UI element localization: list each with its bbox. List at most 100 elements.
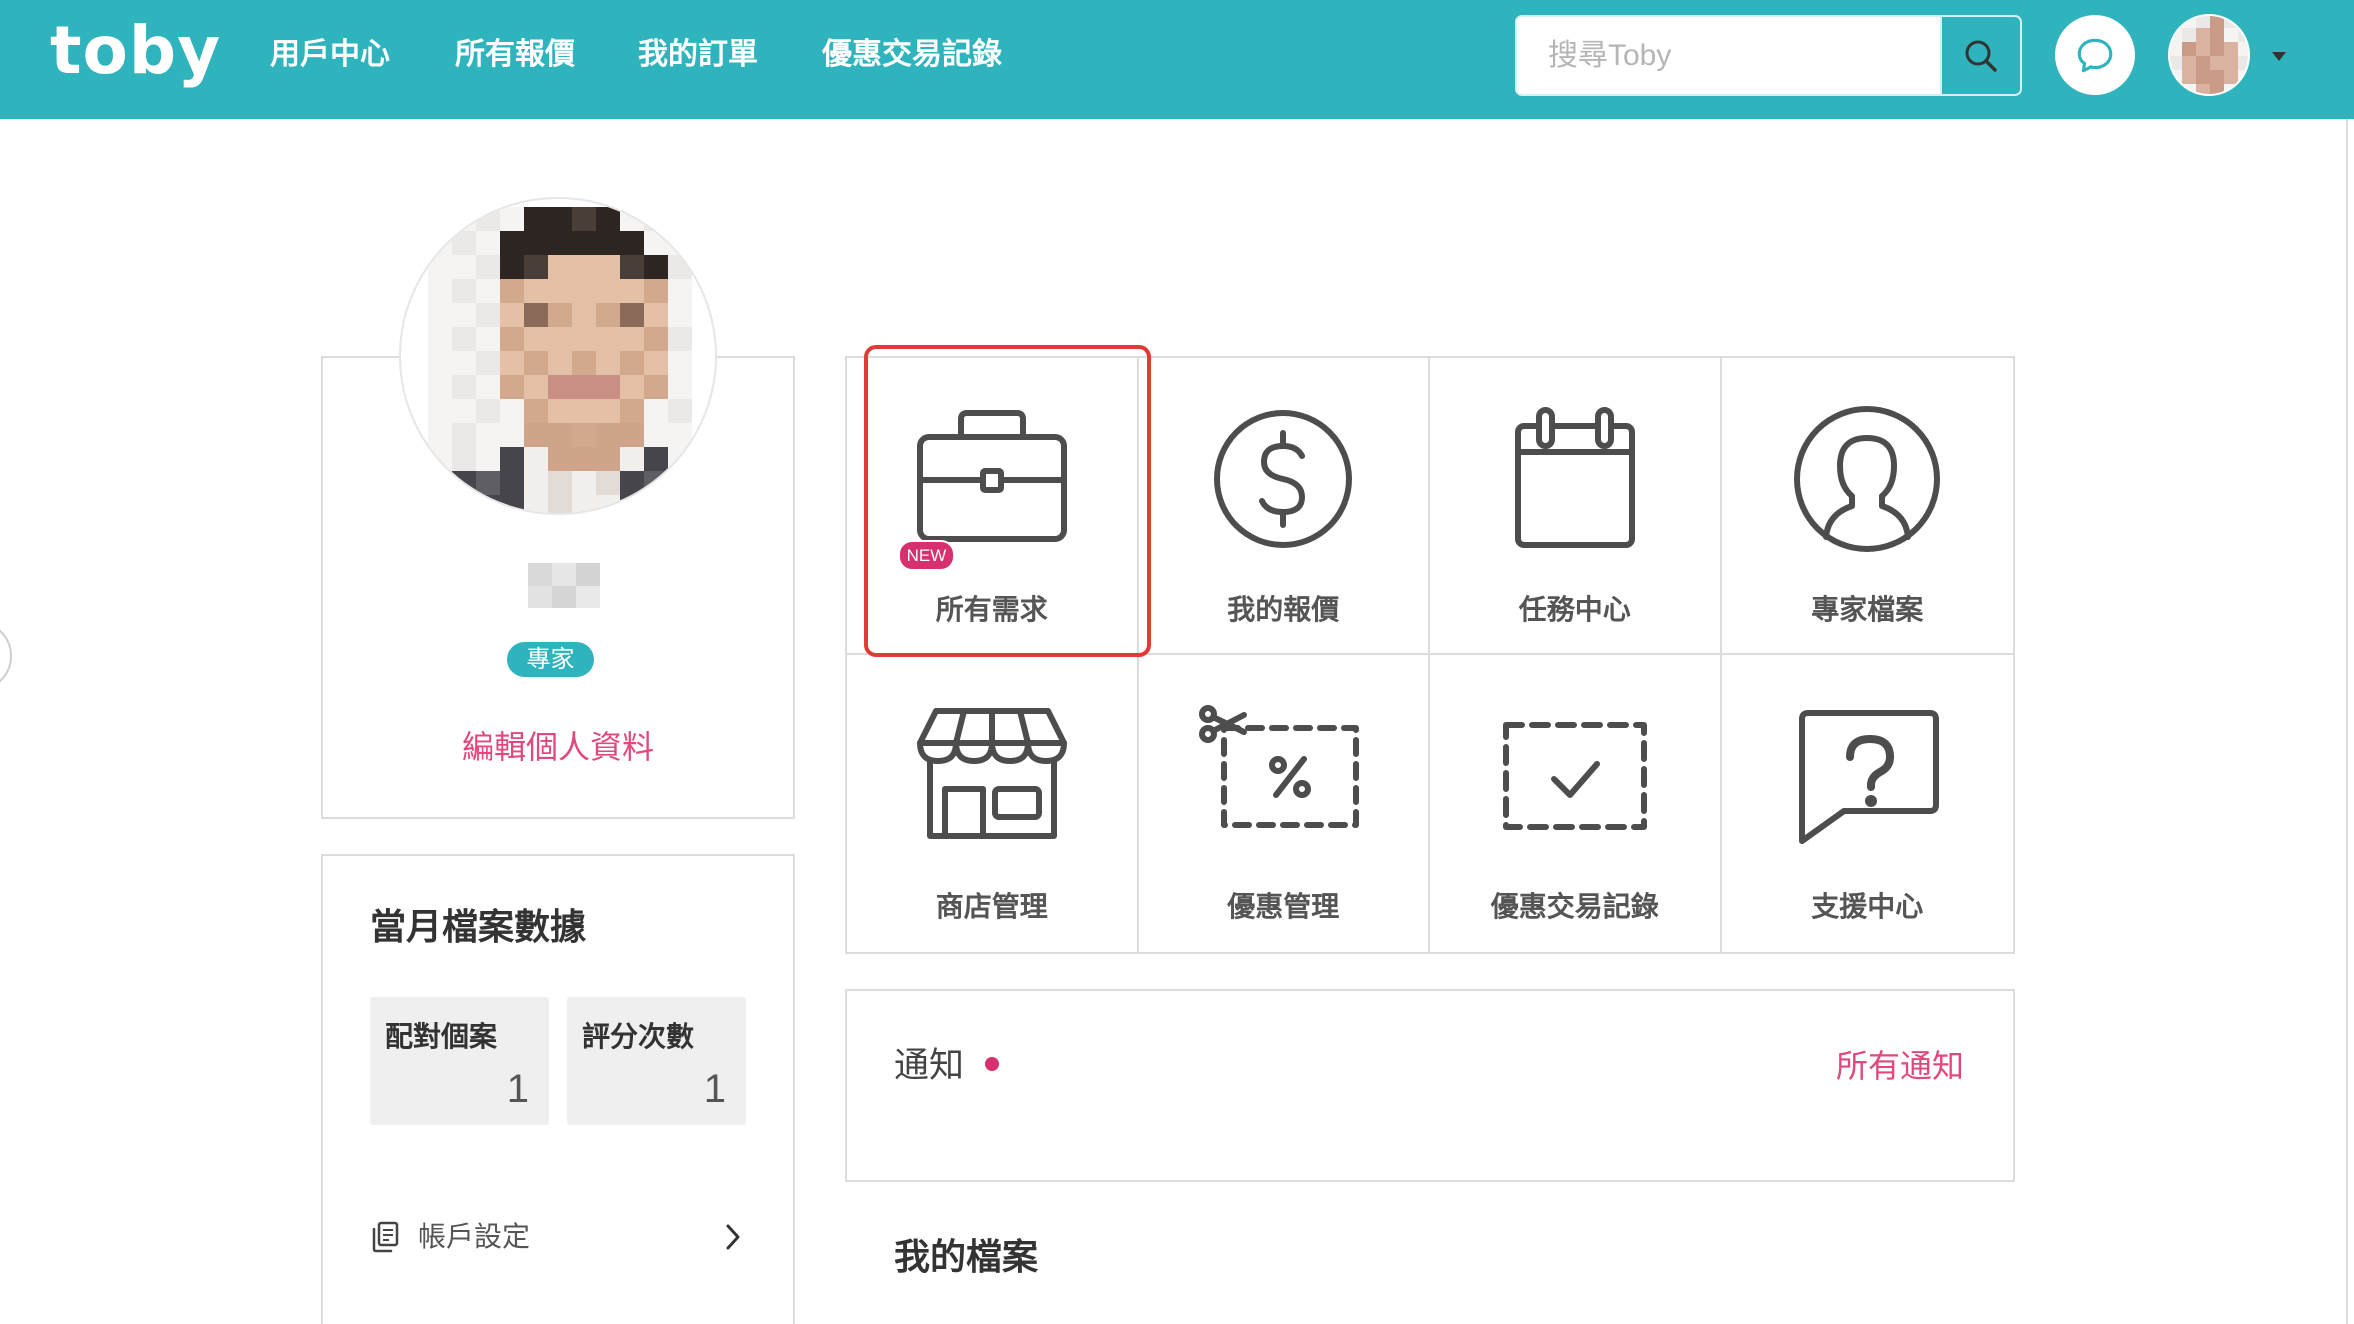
all-notifications-link[interactable]: 所有通知	[1836, 1046, 1964, 1086]
tile-label: 專家檔案	[1811, 594, 1924, 625]
photo-pixel	[572, 399, 596, 423]
search-input[interactable]	[1517, 17, 1940, 94]
photo-pixel	[596, 471, 620, 495]
photo-pixel	[452, 495, 476, 513]
tile-support-center[interactable]: 支援中心	[1722, 655, 2014, 952]
photo-pixel	[524, 255, 548, 279]
stat-label: 評分次數	[582, 1021, 695, 1052]
photo-pixel	[596, 447, 620, 471]
redaction-block	[576, 585, 600, 608]
photo-pixel	[668, 351, 692, 375]
photo-pixel	[572, 375, 596, 399]
photo-pixel	[524, 303, 548, 327]
photo-pixel	[620, 255, 644, 279]
photo-pixel	[500, 231, 524, 255]
floating-side-button[interactable]	[0, 621, 12, 691]
photo-pixel	[596, 423, 620, 447]
photo-pixel	[596, 495, 620, 513]
briefcase-icon	[916, 410, 1067, 542]
notifications-title: 通知	[894, 1046, 965, 1085]
photo-pixel	[2182, 56, 2196, 70]
photo-pixel	[2210, 28, 2224, 42]
photo-pixel	[668, 231, 692, 255]
photo-pixel	[476, 351, 500, 375]
caret-down-icon[interactable]	[2272, 52, 2286, 61]
tile-my-quotes[interactable]: 我的報價	[1138, 358, 1430, 655]
photo-pixel	[2182, 42, 2196, 56]
photo-pixel	[476, 495, 500, 513]
edit-profile-link[interactable]: 編輯個人資料	[321, 727, 795, 767]
photo-pixel	[620, 231, 644, 255]
photo-pixel	[2182, 28, 2196, 42]
photo-pixel	[2210, 16, 2224, 28]
stat-matched-cases: 配對個案 1	[370, 997, 549, 1125]
chevron-right-icon	[726, 1224, 740, 1250]
redaction-block	[528, 585, 552, 608]
photo-pixel	[620, 447, 644, 471]
tile-label: 優惠管理	[1227, 891, 1340, 922]
photo-pixel	[572, 471, 596, 495]
photo-pixel	[500, 447, 524, 471]
stats-title: 當月檔案數據	[370, 906, 587, 947]
nav-deal-records[interactable]: 優惠交易記錄	[822, 37, 1002, 73]
toby-logo[interactable]: toby	[50, 18, 221, 84]
photo-pixel	[668, 447, 692, 471]
unread-dot	[985, 1057, 999, 1071]
photo-pixel	[596, 303, 620, 327]
photo-pixel	[548, 303, 572, 327]
photo-pixel	[572, 303, 596, 327]
nav-my-orders[interactable]: 我的訂單	[638, 37, 758, 73]
photo-pixel	[596, 207, 620, 231]
window-edge	[2346, 119, 2348, 1324]
redaction-block	[528, 563, 552, 586]
tile-all-requests[interactable]: NEW 所有需求	[847, 358, 1139, 655]
tile-deal-records[interactable]: 優惠交易記錄	[1430, 655, 1722, 952]
nav-user-center[interactable]: 用戶中心	[270, 37, 390, 73]
photo-pixel	[596, 399, 620, 423]
photo-pixel	[572, 447, 596, 471]
tile-task-center[interactable]: 任務中心	[1430, 358, 1722, 655]
stat-value: 1	[506, 1067, 529, 1111]
top-navigation-bar: toby 用戶中心 所有報價 我的訂單 優惠交易記錄	[0, 0, 2354, 119]
photo-pixel	[2224, 70, 2238, 84]
photo-pixel	[2196, 28, 2210, 42]
photo-pixel	[596, 351, 620, 375]
photo-pixel	[2224, 16, 2238, 28]
photo-pixel	[2210, 70, 2224, 84]
photo-pixel	[428, 207, 452, 231]
nav-all-quotes[interactable]: 所有報價	[455, 37, 575, 73]
tile-expert-profile[interactable]: 專家檔案	[1721, 358, 2013, 655]
chat-button[interactable]	[2055, 15, 2135, 95]
photo-pixel	[524, 231, 548, 255]
search-button[interactable]	[1940, 17, 2020, 94]
photo-pixel	[428, 447, 452, 471]
photo-pixel	[476, 423, 500, 447]
photo-pixel	[476, 447, 500, 471]
photo-pixel	[2170, 28, 2182, 42]
tile-coupon-management[interactable]: 優惠管理	[1139, 655, 1430, 952]
photo-pixel	[500, 327, 524, 351]
stat-rating-count: 評分次數 1	[567, 997, 746, 1125]
photo-pixel	[644, 303, 668, 327]
calendar-icon	[1514, 407, 1635, 548]
document-icon	[372, 1221, 399, 1253]
photo-pixel	[524, 471, 548, 495]
photo-pixel	[572, 207, 596, 231]
account-settings-item[interactable]: 帳戶設定	[370, 1215, 742, 1259]
user-avatar[interactable]	[2168, 14, 2250, 96]
photo-pixel	[548, 471, 572, 495]
photo-pixel	[524, 495, 548, 513]
tile-store-management[interactable]: 商店管理	[847, 655, 1139, 952]
photo-pixel	[2238, 84, 2248, 94]
photo-pixel	[524, 375, 548, 399]
photo-pixel	[548, 447, 572, 471]
photo-pixel	[452, 327, 476, 351]
photo-pixel	[2170, 16, 2182, 28]
tile-label: 商店管理	[935, 891, 1048, 922]
photo-pixel	[476, 207, 500, 231]
photo-pixel	[428, 303, 452, 327]
photo-pixel	[476, 327, 500, 351]
photo-pixel	[620, 327, 644, 351]
photo-pixel	[500, 471, 524, 495]
photo-pixel	[644, 471, 668, 495]
